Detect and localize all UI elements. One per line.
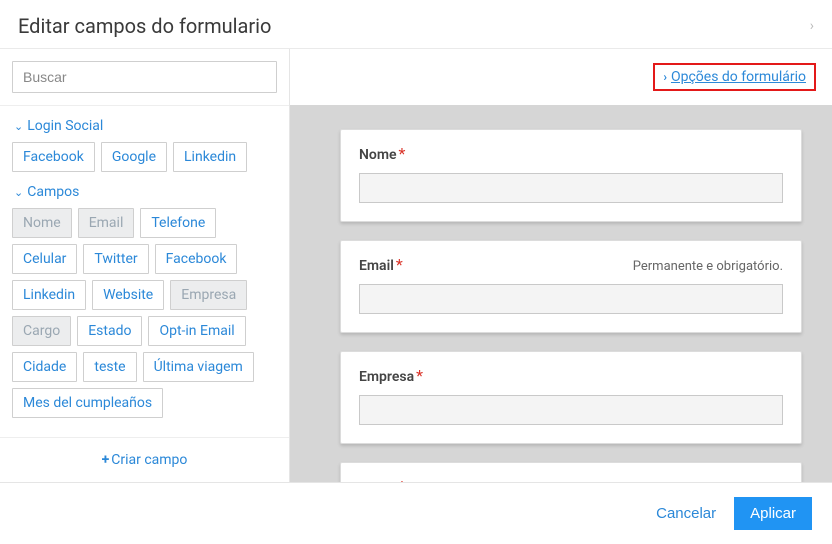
required-marker: * [396,255,403,274]
tag-teste[interactable]: teste [83,352,136,382]
dialog-title: Editar campos do formulario [18,14,271,38]
section-login-social[interactable]: ⌄ Login Social [12,106,277,142]
login-social-tags: Facebook Google Linkedin [12,142,277,172]
tag-cidade[interactable]: Cidade [12,352,77,382]
plus-icon: + [102,452,110,468]
tag-facebook[interactable]: Facebook [155,244,238,274]
section-campos[interactable]: ⌄ Campos [12,172,277,208]
main: › Opções do formulário Nome* Email* Pe [290,49,832,482]
field-head: Email* Permanente e obrigatório. [359,255,783,274]
sidebar-scroll[interactable]: ⌄ Login Social Facebook Google Linkedin … [0,105,289,437]
field-input-preview [359,395,783,425]
tag-mes-cumpleanos[interactable]: Mes del cumpleaños [12,388,163,418]
tag-nome[interactable]: Nome [12,208,72,238]
section-campos-label: Campos [27,184,79,200]
tag-ultima-viagem[interactable]: Última viagem [143,352,254,382]
tag-linkedin-social[interactable]: Linkedin [173,142,247,172]
tag-facebook-social[interactable]: Facebook [12,142,95,172]
field-label: Nome [359,147,397,163]
tag-empresa[interactable]: Empresa [170,280,247,310]
tag-google-social[interactable]: Google [101,142,167,172]
chevron-down-icon: ⌄ [14,186,23,199]
dialog-body: ⌄ Login Social Facebook Google Linkedin … [0,49,832,482]
main-toolbar: › Opções do formulário [290,49,832,105]
field-head: Nome* [359,144,783,163]
field-input-preview [359,284,783,314]
tag-telefone[interactable]: Telefone [140,208,216,238]
chevron-down-icon: ⌄ [14,120,23,133]
field-label: Email [359,258,394,274]
preview-area: Nome* Email* Permanente e obrigatório. [290,105,832,482]
campos-tags: Nome Email Telefone Celular Twitter Face… [12,208,277,418]
tag-linkedin[interactable]: Linkedin [12,280,86,310]
tag-email[interactable]: Email [78,208,135,238]
apply-button[interactable]: Aplicar [734,497,812,530]
chevron-right-icon: › [663,70,667,84]
tag-celular[interactable]: Celular [12,244,77,274]
field-input-preview [359,173,783,203]
field-card-email[interactable]: Email* Permanente e obrigatório. [340,240,802,333]
chevron-right-icon: › [810,18,814,34]
search-input[interactable] [12,61,277,93]
field-card-nome[interactable]: Nome* [340,129,802,222]
required-marker: * [399,144,406,163]
tag-website[interactable]: Website [92,280,164,310]
cancel-button[interactable]: Cancelar [656,505,716,522]
tag-cargo[interactable]: Cargo [12,316,71,346]
field-head: Empresa* [359,366,783,385]
dialog-footer: Cancelar Aplicar [0,482,832,544]
create-field-button[interactable]: +Criar campo [0,437,289,482]
field-card-cargo[interactable]: Cargo* [340,462,802,482]
field-label: Empresa [359,369,414,385]
section-login-social-label: Login Social [27,118,103,134]
tag-optin-email[interactable]: Opt-in Email [148,316,245,346]
field-card-empresa[interactable]: Empresa* [340,351,802,444]
required-marker: * [416,366,423,385]
search-wrap [0,49,289,105]
dialog-header: Editar campos do formulario › [0,0,832,49]
form-options-label[interactable]: Opções do formulário [671,69,806,85]
sidebar: ⌄ Login Social Facebook Google Linkedin … [0,49,290,482]
tag-estado[interactable]: Estado [77,316,142,346]
field-note: Permanente e obrigatório. [633,259,783,274]
create-field-label: Criar campo [111,452,187,468]
tag-twitter[interactable]: Twitter [83,244,148,274]
form-options-link[interactable]: › Opções do formulário [653,63,816,91]
